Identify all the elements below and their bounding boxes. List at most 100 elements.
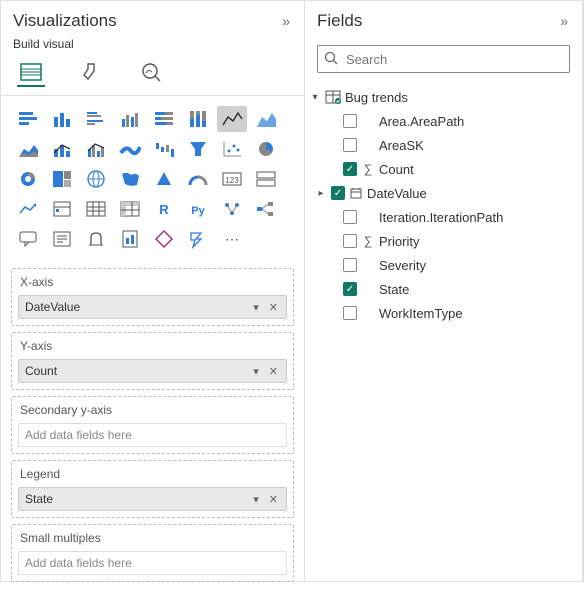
checkbox[interactable]: ✓ <box>343 162 357 176</box>
yaxis-well[interactable]: Y-axis Count ▾ ✕ <box>11 332 294 390</box>
legend-label: Legend <box>18 467 287 481</box>
clustered-column-icon[interactable] <box>115 106 145 132</box>
decomposition-tree-icon[interactable] <box>251 196 281 222</box>
line-chart-icon[interactable] <box>217 106 247 132</box>
key-influencers-icon[interactable] <box>217 196 247 222</box>
checkbox[interactable] <box>343 234 357 248</box>
small-multiples-well[interactable]: Small multiples Add data fields here <box>11 524 294 582</box>
checkbox[interactable] <box>343 138 357 152</box>
secondary-yaxis-well[interactable]: Secondary y-axis Add data fields here <box>11 396 294 454</box>
remove-field-button[interactable]: ✕ <box>267 365 280 378</box>
checkbox[interactable] <box>343 114 357 128</box>
funnel-icon[interactable] <box>183 136 213 162</box>
field-label: Severity <box>379 258 426 273</box>
visualizations-panel: Visualizations » Build visual <box>1 1 305 581</box>
scatter-icon[interactable] <box>217 136 247 162</box>
treemap-icon[interactable] <box>47 166 77 192</box>
legend-well[interactable]: Legend State ▾ ✕ <box>11 460 294 518</box>
checkbox[interactable] <box>343 258 357 272</box>
pie-icon[interactable] <box>251 136 281 162</box>
kpi-icon[interactable] <box>13 196 43 222</box>
remove-field-button[interactable]: ✕ <box>267 301 280 314</box>
yaxis-field[interactable]: Count ▾ ✕ <box>18 359 287 383</box>
collapse-visualizations-button[interactable]: » <box>280 11 292 31</box>
ribbon-chart-icon[interactable] <box>115 136 145 162</box>
xaxis-field[interactable]: DateValue ▾ ✕ <box>18 295 287 319</box>
python-visual-icon[interactable]: Py <box>183 196 213 222</box>
line-clustered-column-icon[interactable] <box>81 136 111 162</box>
field-label: WorkItemType <box>379 306 463 321</box>
card-icon[interactable]: 123 <box>217 166 247 192</box>
goals-icon[interactable] <box>81 226 111 252</box>
field-areask[interactable]: AreaSK <box>309 133 578 157</box>
fields-title: Fields <box>317 11 362 31</box>
waterfall-icon[interactable] <box>149 136 179 162</box>
svg-text:Py: Py <box>191 205 205 217</box>
filled-map-icon[interactable] <box>115 166 145 192</box>
hundred-stacked-bar-icon[interactable] <box>149 106 179 132</box>
checkbox[interactable] <box>343 306 357 320</box>
secondary-yaxis-label: Secondary y-axis <box>18 403 287 417</box>
chevron-down-icon[interactable]: ▾ <box>251 365 261 378</box>
secondary-yaxis-placeholder[interactable]: Add data fields here <box>18 423 287 447</box>
field-label: Count <box>379 162 414 177</box>
multi-row-card-icon[interactable] <box>251 166 281 192</box>
legend-field[interactable]: State ▾ ✕ <box>18 487 287 511</box>
map-icon[interactable] <box>81 166 111 192</box>
field-priority[interactable]: ∑ Priority <box>309 229 578 253</box>
get-more-visuals-icon[interactable]: ⋯ <box>217 226 247 252</box>
smart-narrative-icon[interactable] <box>47 226 77 252</box>
power-automate-icon[interactable] <box>183 226 213 252</box>
build-visual-tab[interactable] <box>17 59 45 87</box>
small-multiples-placeholder[interactable]: Add data fields here <box>18 551 287 575</box>
field-state[interactable]: ✓ State <box>309 277 578 301</box>
table-node-bug-trends[interactable]: ▾ Bug trends <box>309 85 578 109</box>
field-area-areapath[interactable]: Area.AreaPath <box>309 109 578 133</box>
power-apps-icon[interactable] <box>149 226 179 252</box>
chevron-down-icon[interactable]: ▾ <box>251 493 261 506</box>
slicer-icon[interactable] <box>47 196 77 222</box>
field-severity[interactable]: Severity <box>309 253 578 277</box>
matrix-icon[interactable] <box>115 196 145 222</box>
donut-icon[interactable] <box>13 166 43 192</box>
field-datevalue[interactable]: ▸ ✓ DateValue <box>309 181 578 205</box>
calendar-icon <box>349 187 363 199</box>
fields-header: Fields » <box>305 1 582 37</box>
paginated-report-icon[interactable] <box>115 226 145 252</box>
analytics-tab[interactable] <box>137 59 165 87</box>
small-multiples-label: Small multiples <box>18 531 287 545</box>
visualizations-header: Visualizations » <box>1 1 304 37</box>
chevron-right-icon[interactable]: ▸ <box>315 188 327 199</box>
chevron-down-icon[interactable]: ▾ <box>251 301 261 314</box>
svg-text:123: 123 <box>225 176 239 185</box>
stacked-column-icon[interactable] <box>47 106 77 132</box>
search-input[interactable] <box>344 51 563 68</box>
checkbox[interactable]: ✓ <box>331 186 345 200</box>
clustered-bar-icon[interactable] <box>81 106 111 132</box>
table-icon[interactable] <box>81 196 111 222</box>
line-stacked-column-icon[interactable] <box>47 136 77 162</box>
checkbox[interactable]: ✓ <box>343 282 357 296</box>
xaxis-well[interactable]: X-axis DateValue ▾ ✕ <box>11 268 294 326</box>
stacked-area-icon[interactable] <box>13 136 43 162</box>
checkbox[interactable] <box>343 210 357 224</box>
collapse-fields-button[interactable]: » <box>558 11 570 31</box>
qa-icon[interactable] <box>13 226 43 252</box>
r-visual-icon[interactable]: R <box>149 196 179 222</box>
field-label: State <box>379 282 409 297</box>
hundred-stacked-column-icon[interactable] <box>183 106 213 132</box>
table-icon <box>325 90 341 104</box>
azure-map-icon[interactable] <box>149 166 179 192</box>
stacked-bar-icon[interactable] <box>13 106 43 132</box>
search-box[interactable] <box>317 45 570 73</box>
field-count[interactable]: ✓ ∑ Count <box>309 157 578 181</box>
remove-field-button[interactable]: ✕ <box>267 493 280 506</box>
chevron-down-icon[interactable]: ▾ <box>309 92 321 103</box>
area-chart-icon[interactable] <box>251 106 281 132</box>
field-label: DateValue <box>367 186 427 201</box>
field-workitemtype[interactable]: WorkItemType <box>309 301 578 325</box>
visualizations-title: Visualizations <box>13 11 117 31</box>
format-visual-tab[interactable] <box>77 59 105 87</box>
gauge-icon[interactable] <box>183 166 213 192</box>
field-iteration-path[interactable]: Iteration.IterationPath <box>309 205 578 229</box>
